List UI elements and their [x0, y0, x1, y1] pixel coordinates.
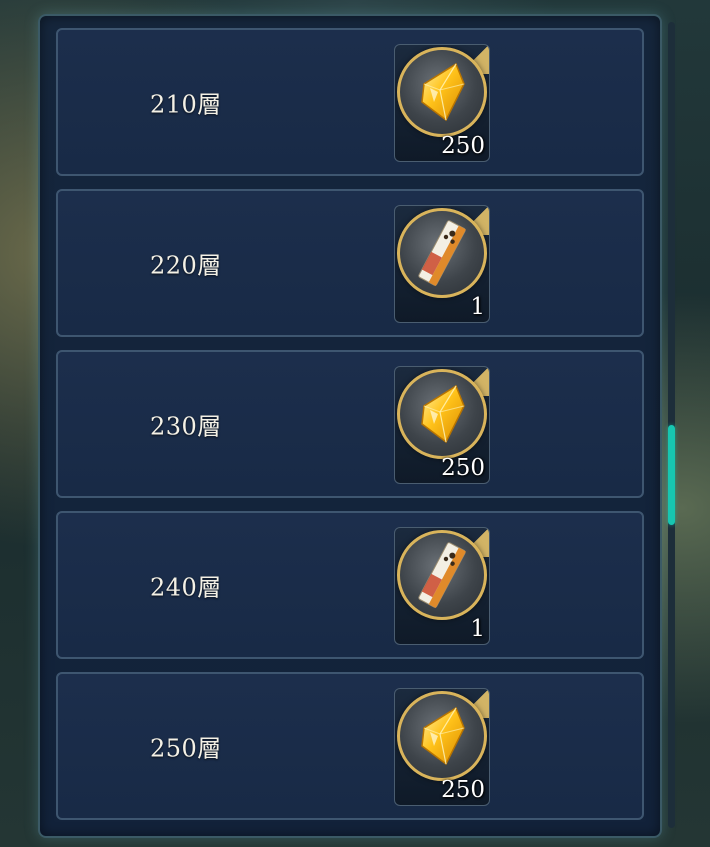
item-quantity: 250 [441, 133, 485, 159]
item-quantity: 1 [470, 616, 485, 642]
gem-icon [397, 691, 487, 781]
rewards-list: 210層 250 220層 1 230層 250 240層 1 250層 250 [56, 28, 644, 833]
reward-item-slot[interactable]: 250 [394, 688, 490, 806]
reward-row: 240層 1 [56, 511, 644, 659]
reward-item-slot[interactable]: 1 [394, 527, 490, 645]
reward-row: 210層 250 [56, 28, 644, 176]
reward-row: 250層 250 [56, 672, 644, 820]
scroll-ticket-icon [397, 530, 487, 620]
item-quantity: 250 [441, 455, 485, 481]
floor-label: 210層 [150, 90, 222, 119]
scroll-ticket-icon [397, 208, 487, 298]
scrollbar-thumb[interactable] [668, 425, 675, 525]
floor-label: 220層 [150, 251, 222, 280]
floor-label: 250層 [150, 734, 222, 763]
item-quantity: 1 [470, 294, 485, 320]
reward-item-slot[interactable]: 1 [394, 205, 490, 323]
reward-row: 230層 250 [56, 350, 644, 498]
gem-icon [397, 369, 487, 459]
reward-row: 220層 1 [56, 189, 644, 337]
reward-item-slot[interactable]: 250 [394, 44, 490, 162]
gem-icon [397, 47, 487, 137]
item-quantity: 250 [441, 777, 485, 803]
floor-label: 230層 [150, 412, 222, 441]
reward-item-slot[interactable]: 250 [394, 366, 490, 484]
floor-label: 240層 [150, 573, 222, 602]
rewards-panel: 210層 250 220層 1 230層 250 240層 1 250層 250 [38, 14, 662, 838]
